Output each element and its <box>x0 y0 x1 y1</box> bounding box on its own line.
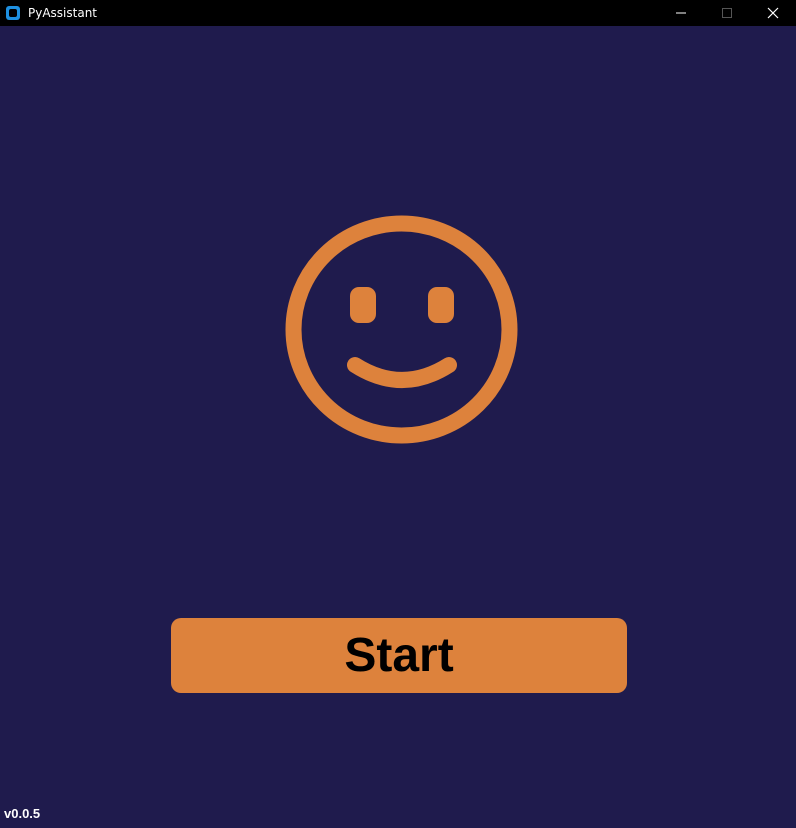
window-title: PyAssistant <box>28 6 98 20</box>
close-button[interactable] <box>750 0 796 26</box>
close-icon <box>767 7 779 19</box>
maximize-button[interactable] <box>704 0 750 26</box>
maximize-icon <box>722 8 732 18</box>
start-button[interactable]: Start <box>171 618 627 693</box>
minimize-button[interactable] <box>658 0 704 26</box>
smiley-face-icon <box>285 215 518 444</box>
window-controls <box>658 0 796 26</box>
title-bar[interactable]: PyAssistant <box>0 0 796 26</box>
app-window: PyAssistant Start v0.0.5 <box>0 0 796 828</box>
version-label: v0.0.5 <box>4 806 41 821</box>
minimize-icon <box>676 12 686 14</box>
app-window-icon <box>6 6 20 20</box>
